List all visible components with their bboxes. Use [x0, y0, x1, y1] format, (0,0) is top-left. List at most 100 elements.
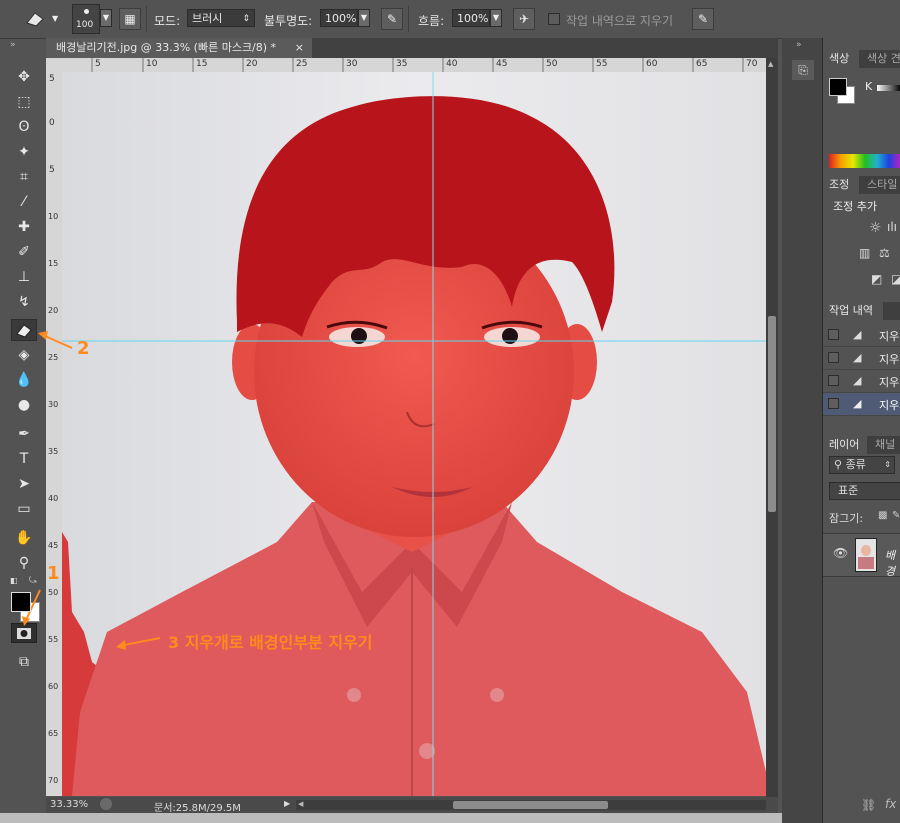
- layer-name[interactable]: 배경: [885, 547, 900, 579]
- link-layers-icon[interactable]: ⛓: [861, 798, 876, 812]
- document-canvas[interactable]: [62, 72, 766, 796]
- history-snapshot-checkbox[interactable]: [828, 375, 839, 386]
- quick-mask-photo: [62, 72, 766, 796]
- step-1-label: 1: [47, 563, 60, 584]
- dodge-tool-icon[interactable]: ●: [11, 394, 37, 416]
- color-balance-icon[interactable]: ▥: [859, 246, 870, 260]
- erase-history-label: 작업 내역으로 지우기: [566, 14, 673, 28]
- blend-mode-value: 표준: [838, 484, 859, 497]
- pen-tool-icon[interactable]: ✒: [11, 423, 37, 445]
- eraser-icon: ◢: [853, 374, 862, 387]
- zoom-tool-icon[interactable]: ⚲: [11, 552, 37, 574]
- crop-tool-icon[interactable]: ⌗: [11, 166, 37, 188]
- marquee-tool-icon[interactable]: ⬚: [11, 91, 37, 113]
- tool-preset-dropdown-icon[interactable]: ▼: [52, 14, 58, 23]
- type-tool-icon[interactable]: T: [11, 448, 37, 470]
- history-snapshot-checkbox[interactable]: [828, 329, 839, 340]
- status-arrow-icon[interactable]: ▶: [284, 799, 290, 808]
- screen-mode-icon[interactable]: ⧉: [11, 651, 37, 673]
- tab-layers[interactable]: 레이어: [823, 436, 867, 454]
- brush-panel-toggle-icon[interactable]: ▦: [119, 8, 141, 30]
- photo-filter-icon[interactable]: ◩: [871, 272, 882, 286]
- ruler-label: 50: [48, 588, 59, 597]
- airbrush-icon[interactable]: ✈: [513, 8, 535, 30]
- history-brush-tool-icon[interactable]: ↯: [11, 291, 37, 313]
- move-tool-icon[interactable]: ✥: [11, 66, 37, 88]
- tab-styles[interactable]: 스타일: [861, 176, 897, 194]
- opacity-field[interactable]: 100%: [320, 9, 358, 27]
- mode-select[interactable]: 브러시 ⇕: [187, 9, 255, 27]
- paint-bucket-tool-icon[interactable]: ◈: [11, 344, 37, 366]
- tab-swatches[interactable]: 색상 견: [861, 50, 900, 68]
- ruler-label: 20: [246, 59, 258, 69]
- k-slider-track[interactable]: [877, 85, 900, 91]
- levels-icon[interactable]: ılı: [887, 220, 897, 234]
- ruler-horizontal[interactable]: 5 10 15 20 25 30 35 40 45 50 55 60 65 70: [46, 58, 766, 73]
- step-3-label: 3 지우개로 배경인부분 지우기: [168, 633, 373, 652]
- quick-mask-button[interactable]: [11, 623, 37, 643]
- path-selection-tool-icon[interactable]: ➤: [11, 473, 37, 495]
- history-item[interactable]: ◢ 지우: [823, 347, 900, 370]
- invert-icon[interactable]: ◪: [891, 272, 900, 286]
- brightness-icon[interactable]: ☼: [869, 220, 882, 236]
- swap-colors-icon[interactable]: ⤿: [29, 576, 37, 586]
- layer-row-background[interactable]: 👁 배경: [823, 533, 900, 579]
- brush-preset-dropdown[interactable]: ▼: [100, 9, 112, 27]
- toolbar-collapse-arrows[interactable]: »: [10, 40, 16, 50]
- history-snapshot-checkbox[interactable]: [828, 398, 839, 409]
- history-snapshot-checkbox[interactable]: [828, 352, 839, 363]
- close-tab-icon[interactable]: ×: [295, 38, 304, 58]
- magic-wand-tool-icon[interactable]: ✦: [11, 141, 37, 163]
- foreground-color-swatch[interactable]: [11, 592, 31, 612]
- lock-pixels-icon[interactable]: ✎: [892, 510, 900, 521]
- fx-icon[interactable]: fx: [885, 797, 896, 811]
- ruler-label: 25: [296, 59, 308, 69]
- tab-color[interactable]: 색상: [823, 50, 859, 68]
- ruler-vertical[interactable]: 5 0 5 10 15 20 25 30 35 40 45 50 55 60 6…: [46, 72, 63, 796]
- clone-stamp-tool-icon[interactable]: ⊥: [11, 266, 37, 288]
- quick-mask-icon: [17, 628, 31, 639]
- tab-adjustments[interactable]: 조정: [823, 176, 859, 194]
- fg-color-chip[interactable]: [829, 78, 847, 96]
- scroll-thumb[interactable]: [768, 316, 776, 512]
- layer-kind-filter[interactable]: ⚲ 종류 ⇕: [829, 456, 895, 474]
- tab-channels[interactable]: 채널: [869, 436, 895, 454]
- color-spectrum-bar[interactable]: [829, 154, 900, 168]
- scroll-left-arrow[interactable]: ◀: [298, 800, 303, 808]
- hand-tool-icon[interactable]: ✋: [11, 527, 37, 549]
- horizontal-scrollbar[interactable]: ◀: [296, 800, 766, 810]
- eyedropper-tool-icon[interactable]: ⁄: [11, 191, 37, 213]
- brush-tool-icon[interactable]: ✐: [11, 241, 37, 263]
- flow-dropdown[interactable]: ▼: [490, 9, 502, 27]
- brush-preset-picker[interactable]: 100: [72, 4, 100, 34]
- history-item[interactable]: ◢ 지우: [823, 370, 900, 393]
- pressure-opacity-icon[interactable]: ✎: [381, 8, 403, 30]
- history-item[interactable]: ◢ 지우: [823, 324, 900, 347]
- dock-collapse-arrows[interactable]: »: [796, 40, 802, 50]
- eraser-tool-icon[interactable]: [22, 9, 48, 29]
- lock-transparency-icon[interactable]: ▩: [878, 510, 887, 521]
- pressure-size-icon[interactable]: ✎: [692, 8, 714, 30]
- zoom-level[interactable]: 33.33%: [50, 799, 88, 810]
- history-panel-icon[interactable]: ⎘: [792, 60, 814, 80]
- opacity-dropdown[interactable]: ▼: [358, 9, 370, 27]
- flow-field[interactable]: 100%: [452, 9, 490, 27]
- scroll-thumb[interactable]: [453, 801, 608, 809]
- eye-visibility-icon[interactable]: 👁: [833, 546, 848, 560]
- status-menu-icon[interactable]: [100, 798, 112, 810]
- default-colors-icon[interactable]: ◧: [10, 576, 18, 585]
- vertical-scrollbar[interactable]: ▲: [766, 58, 778, 797]
- blur-tool-icon[interactable]: 💧: [11, 369, 37, 391]
- right-panels: 색상 색상 견 K 조정 스타일 조정 추가 ☼ ılı ▥ ⚖ ◩ ◪ 작업 …: [822, 38, 900, 823]
- healing-brush-tool-icon[interactable]: ✚: [11, 216, 37, 238]
- blend-mode-select[interactable]: 표준: [829, 482, 900, 500]
- rectangle-tool-icon[interactable]: ▭: [11, 498, 37, 520]
- tab-history[interactable]: 작업 내역: [823, 302, 883, 320]
- document-tab[interactable]: 배경날리기전.jpg @ 33.3% (빠른 마스크/8) * ×: [46, 38, 312, 58]
- history-item-selected[interactable]: ◢ 지우: [823, 393, 900, 416]
- scroll-up-arrow[interactable]: ▲: [768, 60, 773, 68]
- lasso-tool-icon[interactable]: ʘ: [11, 116, 37, 138]
- erase-history-checkbox[interactable]: [548, 13, 560, 25]
- eraser-tool-button[interactable]: [11, 319, 37, 341]
- balance-scale-icon[interactable]: ⚖: [879, 246, 890, 260]
